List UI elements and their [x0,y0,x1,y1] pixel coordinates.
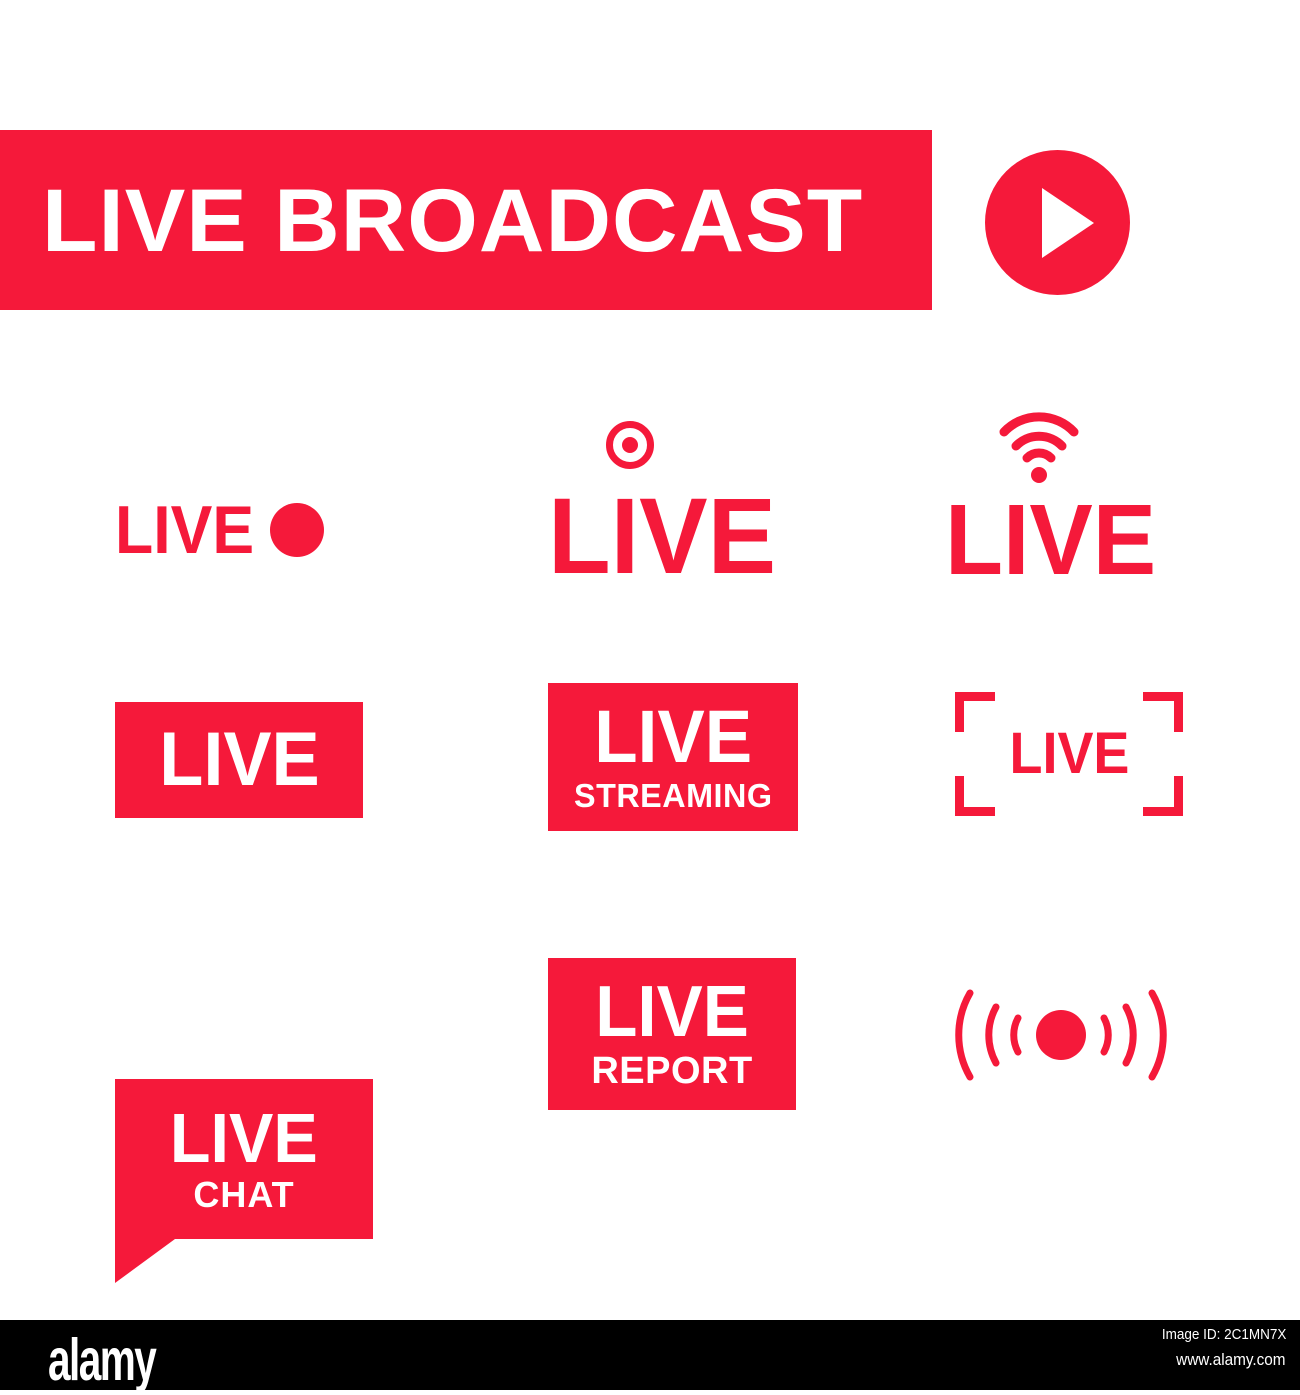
live-broadcast-banner: LIVE BROADCAST [0,130,932,310]
image-id-label: Image ID: 2C1MN7X [1161,1326,1286,1343]
alamy-logo: alamy [48,1327,157,1394]
badge-live-wifi-label: LIVE [945,484,1157,596]
badge-live-report[interactable]: LIVE REPORT [548,958,796,1110]
record-ring-icon [606,421,654,469]
speech-bubble-icon: LIVE CHAT [115,1079,373,1239]
live-broadcast-title: LIVE BROADCAST [42,169,864,270]
wifi-signal-icon [999,412,1079,483]
badge-live-chat-label: LIVE [170,1098,318,1177]
badge-live-record[interactable]: LIVE [548,415,848,590]
badge-live-dot-label: LIVE [115,492,255,568]
speech-bubble-tail-icon [115,1239,175,1283]
badge-live-chat-sublabel: CHAT [193,1174,295,1216]
play-icon [1042,188,1094,258]
badge-live-wifi[interactable]: LIVE [945,405,1245,590]
badge-live-streaming-sublabel: STREAMING [573,777,773,815]
badge-live-streaming-label: LIVE [594,694,752,778]
badge-live-frame-label-wrap: LIVE [955,725,1183,783]
badge-live-box[interactable]: LIVE [115,702,363,818]
broadcast-signal-icon [955,989,1167,1081]
artboard: LIVE BROADCAST LIVE LIVE LIVE LIVE LIVE … [0,0,1300,1320]
badge-live-report-label: LIVE [595,971,749,1052]
watermark-bar: alamy Image ID: 2C1MN7X www.alamy.com [0,1320,1300,1394]
badge-live-frame-label: LIVE [1009,721,1129,786]
badge-live-report-sublabel: REPORT [591,1050,753,1093]
record-dot-icon [270,503,325,557]
play-button[interactable] [985,150,1130,295]
badge-live-waves[interactable] [940,970,1182,1100]
badge-live-box-label: LIVE [158,717,320,802]
badge-live-frame[interactable]: LIVE [955,692,1183,816]
badge-live-record-label: LIVE [548,475,777,596]
alamy-url-label: www.alamy.com [1176,1350,1286,1369]
badge-live-chat[interactable]: LIVE CHAT [115,1079,373,1283]
badge-live-streaming[interactable]: LIVE STREAMING [548,683,798,831]
badge-live-dot[interactable]: LIVE [115,470,405,590]
